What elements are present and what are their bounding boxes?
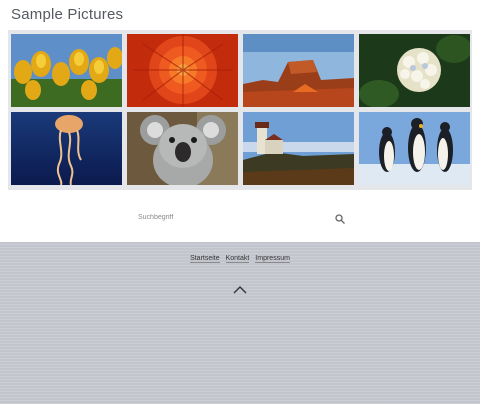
scroll-to-top-button[interactable] xyxy=(232,282,248,294)
gallery-grid xyxy=(8,30,472,190)
magnifier-icon xyxy=(335,214,345,224)
desert-image xyxy=(243,34,354,107)
footer-nav: Startseite Kontakt Impressum xyxy=(0,255,480,263)
search-button[interactable] xyxy=(334,212,346,224)
footer-link-impressum[interactable]: Impressum xyxy=(255,255,290,263)
search-input[interactable] xyxy=(130,209,328,225)
thumbnail-chrysanthemum[interactable] xyxy=(127,34,238,107)
thumbnail-hydrangeas[interactable] xyxy=(359,34,470,107)
thumbnail-penguins[interactable] xyxy=(359,112,470,185)
thumbnail-tulips[interactable] xyxy=(11,34,122,107)
lighthouse-image xyxy=(243,112,354,185)
hydrangeas-image xyxy=(359,34,470,107)
koala-image xyxy=(127,112,238,185)
thumbnail-koala[interactable] xyxy=(127,112,238,185)
jellyfish-image xyxy=(11,112,122,185)
search-bar xyxy=(130,209,348,227)
tulips-image xyxy=(11,34,122,107)
footer-link-startseite[interactable]: Startseite xyxy=(190,255,220,263)
penguins-image xyxy=(359,112,470,185)
footer-link-kontakt[interactable]: Kontakt xyxy=(225,255,250,263)
thumbnail-lighthouse[interactable] xyxy=(243,112,354,185)
thumbnail-desert[interactable] xyxy=(243,34,354,107)
gallery-title: Sample Pictures xyxy=(11,6,124,23)
content-panel: Sample Pictures xyxy=(0,0,480,242)
thumbnail-jellyfish[interactable] xyxy=(11,112,122,185)
chrysanthemum-image xyxy=(127,34,238,107)
chevron-up-icon xyxy=(233,286,247,294)
